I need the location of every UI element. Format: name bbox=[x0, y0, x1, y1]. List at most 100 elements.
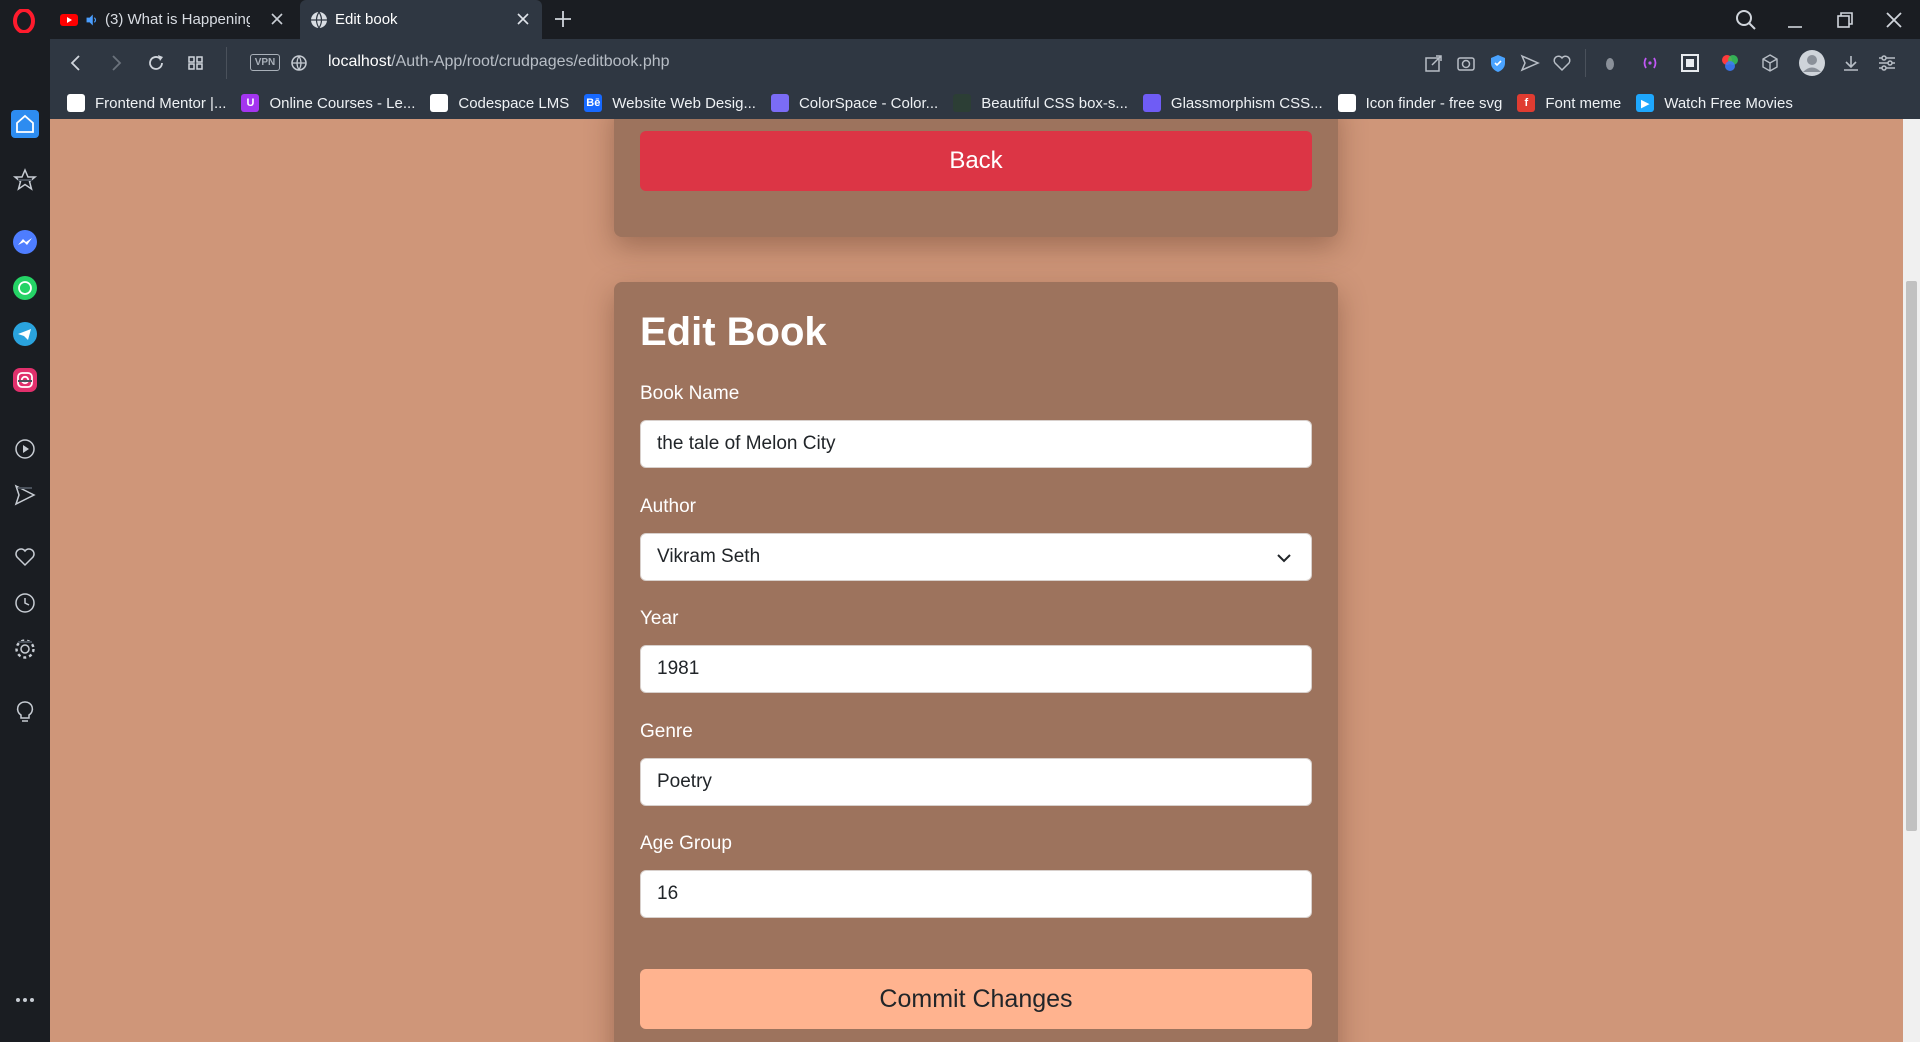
reload-icon[interactable] bbox=[145, 52, 167, 74]
fontmeme-icon: f bbox=[1517, 94, 1536, 112]
send-icon[interactable] bbox=[12, 482, 38, 508]
download-icon[interactable] bbox=[1840, 52, 1862, 74]
bookmark-label: Icon finder - free svg bbox=[1365, 94, 1503, 112]
music-extension-icon[interactable] bbox=[1639, 52, 1661, 74]
bookmark-item[interactable]: Frontend Mentor |... bbox=[67, 94, 226, 112]
speaker-icon[interactable] bbox=[85, 11, 99, 29]
search-icon[interactable] bbox=[1734, 8, 1758, 32]
player-icon[interactable] bbox=[12, 436, 38, 462]
tab-edit-book[interactable]: Edit book bbox=[300, 0, 542, 39]
tab-youtube[interactable]: (3) What is Happening … bbox=[50, 0, 296, 39]
bookmark-label: Watch Free Movies bbox=[1664, 94, 1793, 112]
udemy-icon: U bbox=[241, 94, 260, 112]
bookmark-item[interactable]: U Online Courses - Le... bbox=[241, 94, 415, 112]
vpn-badge[interactable]: VPN bbox=[250, 54, 280, 71]
opera-logo-icon[interactable] bbox=[12, 9, 36, 33]
sidebar-separator bbox=[18, 179, 32, 181]
scrollbar-thumb[interactable] bbox=[1906, 281, 1917, 831]
bookmark-item[interactable]: Codespace LMS bbox=[430, 94, 569, 112]
author-select[interactable]: Vikram Seth bbox=[640, 533, 1312, 581]
lightbulb-icon[interactable] bbox=[12, 699, 38, 725]
close-tab-icon[interactable] bbox=[268, 10, 286, 28]
iconfinder-icon bbox=[1337, 94, 1356, 112]
genre-input[interactable]: Poetry bbox=[640, 758, 1312, 806]
url-path: /Auth-App/root/crudpages/editbook.php bbox=[391, 53, 670, 70]
bookmark-item[interactable]: ColorSpace - Color... bbox=[770, 94, 939, 112]
address-bar: VPN localhost/Auth-App/root/crudpages/ed… bbox=[50, 39, 1920, 87]
history-icon[interactable] bbox=[12, 590, 38, 616]
forward-icon[interactable] bbox=[105, 52, 127, 74]
youtube-icon bbox=[60, 13, 78, 26]
document-icon bbox=[430, 94, 449, 112]
edit-book-form: Edit Book Book Name the tale of Melon Ci… bbox=[614, 282, 1338, 1042]
heart-icon[interactable] bbox=[1551, 52, 1573, 74]
bookmark-item[interactable]: Glassmorphism CSS... bbox=[1142, 94, 1323, 112]
back-card: Back bbox=[614, 119, 1338, 237]
bookmarks-bar: Frontend Mentor |... U Online Courses - Le… bbox=[50, 87, 1920, 119]
genre-label: Genre bbox=[640, 721, 693, 742]
url-host: localhost bbox=[328, 53, 392, 70]
back-icon[interactable] bbox=[65, 52, 87, 74]
bookmarks-icon[interactable] bbox=[12, 544, 38, 570]
age-group-label: Age Group bbox=[640, 833, 732, 854]
cursor-icon bbox=[953, 94, 972, 112]
play-icon: ▶ bbox=[1636, 94, 1655, 112]
glassmorphism-icon bbox=[1142, 94, 1161, 112]
sidebar bbox=[0, 39, 50, 1042]
frontend-mentor-icon bbox=[67, 94, 85, 112]
share-icon[interactable] bbox=[1423, 52, 1445, 74]
book-name-input[interactable]: the tale of Melon City bbox=[640, 420, 1312, 468]
bookmark-item[interactable]: f Font meme bbox=[1517, 94, 1621, 112]
page-viewport: Back Edit Book Book Name the tale of Mel… bbox=[50, 119, 1920, 1042]
toolbar-divider bbox=[1585, 49, 1586, 77]
close-window-icon[interactable] bbox=[1882, 8, 1906, 32]
chevron-down-icon bbox=[1277, 554, 1291, 563]
telegram-icon[interactable] bbox=[12, 321, 38, 347]
restore-icon[interactable] bbox=[1833, 8, 1857, 32]
year-input[interactable]: 1981 bbox=[640, 645, 1312, 693]
tab-label: (3) What is Happening … bbox=[105, 11, 250, 28]
messenger-icon[interactable] bbox=[12, 229, 38, 255]
settings-gear-icon[interactable] bbox=[12, 636, 38, 662]
home-icon[interactable] bbox=[11, 110, 39, 138]
new-tab-icon[interactable] bbox=[552, 8, 574, 30]
bookmark-label: ColorSpace - Color... bbox=[798, 94, 939, 112]
bookmark-label: Website Web Desig... bbox=[612, 94, 756, 112]
avatar[interactable] bbox=[1798, 49, 1826, 77]
close-tab-icon[interactable] bbox=[514, 10, 532, 28]
author-selected-value: Vikram Seth bbox=[657, 546, 761, 567]
bookmark-item[interactable]: Beautiful CSS box-s... bbox=[953, 94, 1128, 112]
sidebar-separator bbox=[18, 487, 32, 489]
book-name-label: Book Name bbox=[640, 383, 740, 404]
camera-icon[interactable] bbox=[1455, 52, 1477, 74]
bookmark-item[interactable]: Bē Website Web Desig... bbox=[584, 94, 756, 112]
bookmark-label: Font meme bbox=[1545, 94, 1622, 112]
extension-icon[interactable] bbox=[1599, 52, 1621, 74]
scrollbar[interactable] bbox=[1903, 119, 1920, 1042]
color-picker-icon[interactable] bbox=[1719, 52, 1741, 74]
globe-icon bbox=[311, 11, 327, 28]
author-label: Author bbox=[640, 496, 696, 517]
site-info-globe-icon[interactable] bbox=[288, 52, 310, 74]
cube-icon[interactable] bbox=[1759, 52, 1781, 74]
send-icon[interactable] bbox=[1519, 52, 1541, 74]
age-group-input[interactable]: 16 bbox=[640, 870, 1312, 918]
bookmark-label: Glassmorphism CSS... bbox=[1170, 94, 1323, 112]
easy-setup-icon[interactable] bbox=[1876, 52, 1898, 74]
url-field[interactable]: localhost/Auth-App/root/crudpages/editbo… bbox=[328, 53, 670, 71]
bookmark-label: Codespace LMS bbox=[458, 94, 570, 112]
tab-label: Edit book bbox=[335, 11, 398, 28]
browser-titlebar: (3) What is Happening … Edit book bbox=[0, 0, 1920, 39]
bookmark-label: Beautiful CSS box-s... bbox=[981, 94, 1128, 112]
bookmark-item[interactable]: ▶ Watch Free Movies bbox=[1636, 94, 1793, 112]
back-button[interactable]: Back bbox=[640, 131, 1312, 191]
whatsapp-icon[interactable] bbox=[12, 275, 38, 301]
more-icon[interactable] bbox=[12, 987, 38, 1013]
minimize-icon[interactable] bbox=[1783, 8, 1807, 32]
snapshot-icon[interactable] bbox=[1679, 52, 1701, 74]
commit-changes-button[interactable]: Commit Changes bbox=[640, 969, 1312, 1029]
shield-icon[interactable] bbox=[1487, 52, 1509, 74]
tab-grid-icon[interactable] bbox=[185, 52, 207, 74]
bookmark-item[interactable]: Icon finder - free svg bbox=[1337, 94, 1503, 112]
page-title: Edit Book bbox=[640, 310, 827, 354]
